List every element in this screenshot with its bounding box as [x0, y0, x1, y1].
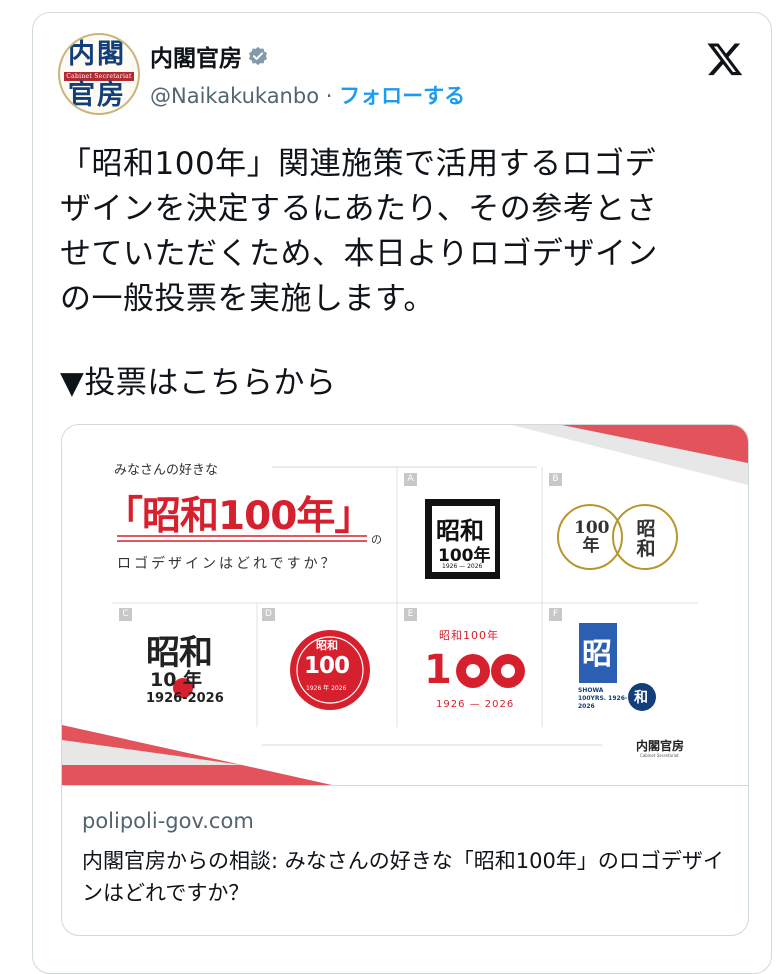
- x-logo-icon[interactable]: [706, 40, 744, 78]
- preview-divider: [62, 785, 748, 786]
- link-domain[interactable]: polipoli-gov.com: [82, 809, 254, 833]
- headline-suffix: の: [371, 533, 382, 546]
- option-e-line2: 1: [424, 647, 452, 693]
- image-brand-sub: Cabinet Secretariat: [640, 753, 679, 758]
- option-f-line3: 和: [634, 690, 648, 706]
- author-name-row[interactable]: 内閣官房: [150, 39, 268, 73]
- follow-button[interactable]: フォローする: [339, 84, 465, 108]
- vote-line: ▼投票はこちらから: [60, 365, 337, 401]
- option-a-line3: 1926 — 2026: [442, 563, 483, 570]
- option-c-line3: 1926-2026: [146, 691, 224, 706]
- author-handle[interactable]: @Naikakukanbo: [150, 84, 319, 108]
- option-tag-a: A: [404, 473, 417, 486]
- handle-row: @Naikakukanbo · フォローする: [150, 80, 465, 110]
- option-f-line2: SHOWA 100YRS. 1926-2026: [578, 687, 628, 710]
- option-e-line1: 昭和100年: [439, 629, 499, 642]
- option-f-line1: 昭: [582, 637, 612, 672]
- verified-badge-icon: [249, 46, 267, 66]
- option-e-line3: 1926 — 2026: [436, 699, 515, 710]
- author-name[interactable]: 内閣官房: [150, 39, 242, 73]
- subhead-text: ロゴデザインはどれですか？: [117, 556, 338, 572]
- separator: ·: [319, 84, 340, 108]
- preview-image[interactable]: みなさんの好きな 「昭和100年」 の ロゴデザインはどれですか？ A 昭和 1…: [62, 425, 748, 786]
- avatar-logo: 内閣 Cabinet Secretariat 官房: [60, 35, 138, 113]
- option-c-line2: 10 年: [150, 669, 203, 691]
- option-b-line2: 昭和: [636, 518, 656, 560]
- option-d-line2: 100: [304, 653, 350, 679]
- headline-text: 「昭和100年」: [104, 494, 373, 539]
- option-tag-f: F: [549, 608, 562, 621]
- tweet-text: 「昭和100年」関連施策で活用するロゴデ ザインを決定するにあたり、その参考とさ…: [60, 146, 658, 317]
- option-d-line1: 昭和: [316, 639, 338, 652]
- option-tag-c: C: [119, 608, 132, 621]
- option-tag-e: E: [404, 608, 417, 621]
- option-tag-d: D: [262, 608, 275, 621]
- avatar[interactable]: 内閣 Cabinet Secretariat 官房: [58, 33, 140, 115]
- kicker-text: みなさんの好きな: [114, 463, 219, 478]
- option-d-line3: 1926 年 2026: [306, 685, 347, 692]
- link-title[interactable]: 内閣官房からの相談: みなさんの好きな「昭和100年」のロゴデザインはどれですか…: [82, 845, 732, 909]
- image-brand: 内閣官房: [636, 739, 685, 753]
- option-tag-b: B: [549, 473, 562, 486]
- option-b-line1: 100年: [574, 518, 610, 556]
- link-preview-card[interactable]: みなさんの好きな 「昭和100年」 の ロゴデザインはどれですか？ A 昭和 1…: [61, 424, 749, 936]
